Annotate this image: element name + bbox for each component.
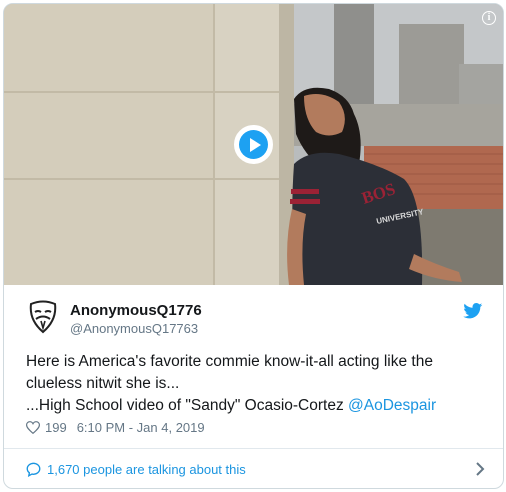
twitter-bird-icon[interactable] xyxy=(463,303,483,319)
tweet-text-line: ...High School video of "Sandy" Ocasio-C… xyxy=(26,395,486,417)
tweet-text-line: Here is America's favorite commie know-i… xyxy=(26,353,433,370)
mention-link[interactable]: @AoDespair xyxy=(348,397,436,414)
tweet-text-line: clueless nitwit she is... xyxy=(26,375,180,392)
video-thumbnail[interactable]: BOS UNIVERSITY i xyxy=(4,4,503,285)
conversation-link[interactable]: 1,670 people are talking about this xyxy=(4,449,503,488)
tweet-text-prefix: ...High School video of "Sandy" Ocasio-C… xyxy=(26,397,349,414)
like-count[interactable]: 199 xyxy=(45,420,67,435)
heart-icon[interactable] xyxy=(26,421,40,434)
tweet-meta: 199 6:10 PM - Jan 4, 2019 xyxy=(26,420,205,435)
author-handle[interactable]: @AnonymousQ17763 xyxy=(70,321,198,336)
tweet-text: Here is America's favorite commie know-i… xyxy=(26,351,486,417)
avatar-mask-icon[interactable] xyxy=(26,300,60,334)
chevron-right-icon[interactable] xyxy=(475,461,485,477)
tweet-card: BOS UNIVERSITY i AnonymousQ1776 @Anonymo… xyxy=(3,3,504,489)
play-icon xyxy=(239,130,268,159)
talking-label[interactable]: 1,670 people are talking about this xyxy=(47,462,246,477)
tweet-timestamp[interactable]: 6:10 PM - Jan 4, 2019 xyxy=(77,420,205,435)
play-button[interactable] xyxy=(234,125,273,164)
info-icon[interactable]: i xyxy=(482,11,496,25)
speech-bubble-icon xyxy=(26,462,41,477)
tweet-header: AnonymousQ1776 @AnonymousQ17763 xyxy=(4,285,503,345)
author-name[interactable]: AnonymousQ1776 xyxy=(70,302,202,319)
